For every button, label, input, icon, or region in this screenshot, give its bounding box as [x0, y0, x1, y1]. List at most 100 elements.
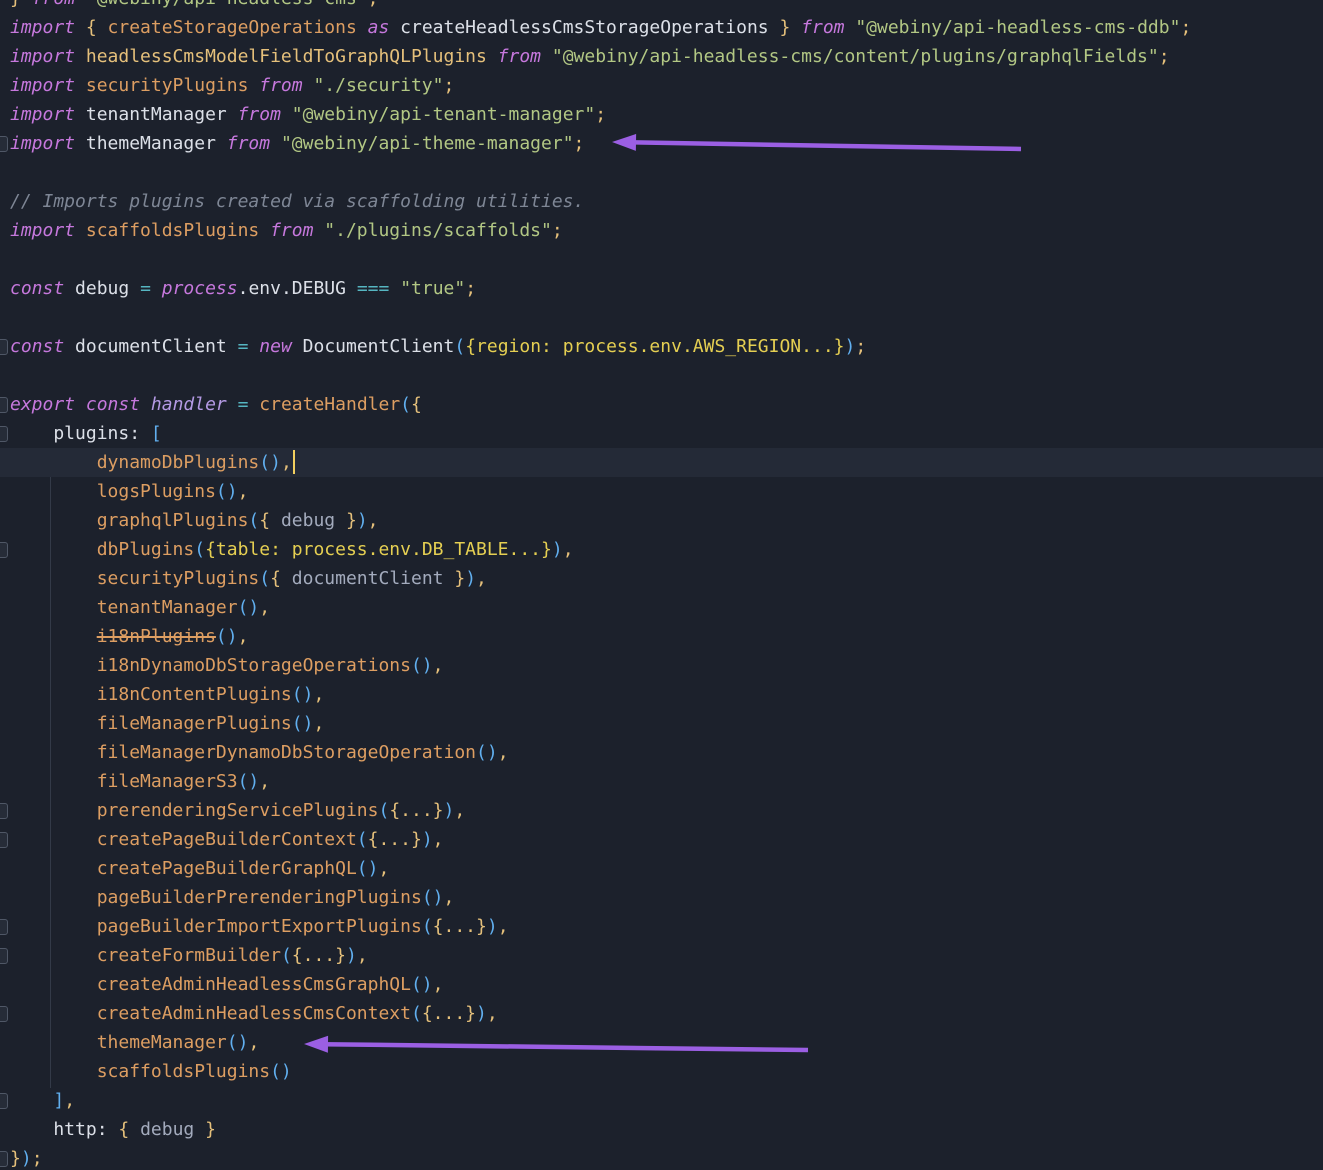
code-token: ()	[216, 626, 238, 647]
fold-marker-icon[interactable]	[0, 426, 8, 442]
code-line[interactable]: http: { debug }	[0, 1115, 1323, 1144]
code-line[interactable]	[0, 361, 1323, 390]
code-line[interactable]: const documentClient = new DocumentClien…	[0, 332, 1323, 361]
code-token: const	[86, 394, 151, 415]
code-token: )	[444, 800, 455, 821]
fold-marker-icon[interactable]	[0, 136, 8, 152]
code-token: securityPlugins	[10, 568, 259, 589]
code-token: {	[259, 510, 281, 531]
code-token: ,	[368, 510, 379, 531]
code-line[interactable]: i18nPlugins(),	[0, 622, 1323, 651]
code-line[interactable]: fileManagerS3(),	[0, 767, 1323, 796]
code-token: from	[238, 104, 292, 125]
fold-marker-icon[interactable]	[0, 948, 8, 964]
code-token: ,	[238, 481, 249, 502]
code-line[interactable]: ],	[0, 1086, 1323, 1115]
code-token: )	[465, 568, 476, 589]
code-token: ()	[238, 597, 260, 618]
code-token: ,	[357, 945, 368, 966]
code-line[interactable]: pageBuilderPrerenderingPlugins(),	[0, 883, 1323, 912]
code-line[interactable]: createFormBuilder({...}),	[0, 941, 1323, 970]
code-line[interactable]	[0, 245, 1323, 274]
code-line[interactable]: plugins: [	[0, 419, 1323, 448]
fold-marker-icon[interactable]	[0, 397, 8, 413]
code-line[interactable]: import headlessCmsModelFieldToGraphQLPlu…	[0, 42, 1323, 71]
code-token: "@webiny/api-tenant-manager"	[292, 104, 595, 125]
code-token: =	[238, 336, 260, 357]
code-token: tenantManager	[86, 104, 238, 125]
code-token: )	[552, 539, 563, 560]
code-line[interactable]: import themeManager from "@webiny/api-th…	[0, 129, 1323, 158]
code-line[interactable]: securityPlugins({ documentClient }),	[0, 564, 1323, 593]
code-line[interactable]: createPageBuilderContext({...}),	[0, 825, 1323, 854]
code-token: http:	[10, 1119, 118, 1140]
fold-marker-icon[interactable]	[0, 1093, 8, 1109]
code-line[interactable]: });	[0, 1144, 1323, 1170]
fold-marker-icon[interactable]	[0, 1006, 8, 1022]
code-line[interactable]: scaffoldsPlugins()	[0, 1057, 1323, 1086]
code-line[interactable]: import securityPlugins from "./security"…	[0, 71, 1323, 100]
code-token: dynamoDbPlugins	[10, 452, 259, 473]
code-token: }	[205, 1119, 216, 1140]
code-token: (	[281, 945, 292, 966]
code-token: i18nContentPlugins	[10, 684, 292, 705]
code-token: ,	[444, 887, 455, 908]
code-line[interactable]: // Imports plugins created via scaffoldi…	[0, 187, 1323, 216]
code-token: }	[346, 510, 357, 531]
code-line[interactable]: const debug = process.env.DEBUG === "tru…	[0, 274, 1323, 303]
fold-marker-icon[interactable]	[0, 832, 8, 848]
code-token: process	[162, 278, 238, 299]
code-token: ()	[292, 713, 314, 734]
fold-marker-icon[interactable]	[0, 339, 8, 355]
code-token: import	[10, 104, 86, 125]
code-line[interactable]: import tenantManager from "@webiny/api-t…	[0, 100, 1323, 129]
fold-marker-icon[interactable]	[0, 542, 8, 558]
code-token: {	[86, 17, 108, 38]
code-token: ()	[411, 655, 433, 676]
code-line[interactable]: dynamoDbPlugins(),	[0, 448, 1323, 477]
code-line[interactable]: import { createStorageOperations as crea…	[0, 13, 1323, 42]
code-line[interactable]: i18nContentPlugins(),	[0, 680, 1323, 709]
code-token: {	[270, 568, 292, 589]
code-editor[interactable]: } from "@webiny/api-headless-cms";import…	[0, 0, 1323, 1170]
code-line[interactable]: logsPlugins(),	[0, 477, 1323, 506]
code-line[interactable]	[0, 158, 1323, 187]
code-line[interactable]: createAdminHeadlessCmsContext({...}),	[0, 999, 1323, 1028]
code-line[interactable]: themeManager(),	[0, 1028, 1323, 1057]
fold-marker-icon[interactable]	[0, 1151, 8, 1167]
code-token: const	[10, 336, 75, 357]
fold-marker-icon[interactable]	[0, 803, 8, 819]
code-line[interactable]: prerenderingServicePlugins({...}),	[0, 796, 1323, 825]
code-line[interactable]: fileManagerDynamoDbStorageOperation(),	[0, 738, 1323, 767]
code-token: )	[422, 829, 433, 850]
code-line[interactable]: import scaffoldsPlugins from "./plugins/…	[0, 216, 1323, 245]
code-line[interactable]: i18nDynamoDbStorageOperations(),	[0, 651, 1323, 680]
code-token: ;	[574, 133, 585, 154]
code-line[interactable]: createAdminHeadlessCmsGraphQL(),	[0, 970, 1323, 999]
code-token: ,	[476, 568, 487, 589]
code-token: ()	[476, 742, 498, 763]
code-token: }	[10, 1148, 21, 1169]
code-token: securityPlugins	[86, 75, 259, 96]
code-token: headlessCmsModelFieldToGraphQLPlugins	[86, 46, 498, 67]
code-line[interactable]: export const handler = createHandler({	[0, 390, 1323, 419]
code-token: from	[270, 220, 324, 241]
code-token: plugins:	[10, 423, 151, 444]
code-token: )	[487, 916, 498, 937]
code-line[interactable]: dbPlugins({table: process.env.DB_TABLE..…	[0, 535, 1323, 564]
fold-marker-icon[interactable]	[0, 919, 8, 935]
code-token: =	[140, 278, 162, 299]
code-token: {...}	[368, 829, 422, 850]
code-token: (	[422, 916, 433, 937]
code-line[interactable]: graphqlPlugins({ debug }),	[0, 506, 1323, 535]
code-line[interactable]: pageBuilderImportExportPlugins({...}),	[0, 912, 1323, 941]
code-token: createPageBuilderContext	[10, 829, 357, 850]
code-line[interactable]	[0, 303, 1323, 332]
code-line[interactable]: createPageBuilderGraphQL(),	[0, 854, 1323, 883]
code-line[interactable]: fileManagerPlugins(),	[0, 709, 1323, 738]
code-area[interactable]: } from "@webiny/api-headless-cms";import…	[0, 0, 1323, 1170]
code-token: ()	[292, 684, 314, 705]
code-line[interactable]: tenantManager(),	[0, 593, 1323, 622]
code-token: from	[498, 46, 552, 67]
code-line[interactable]: } from "@webiny/api-headless-cms";	[0, 0, 1323, 13]
